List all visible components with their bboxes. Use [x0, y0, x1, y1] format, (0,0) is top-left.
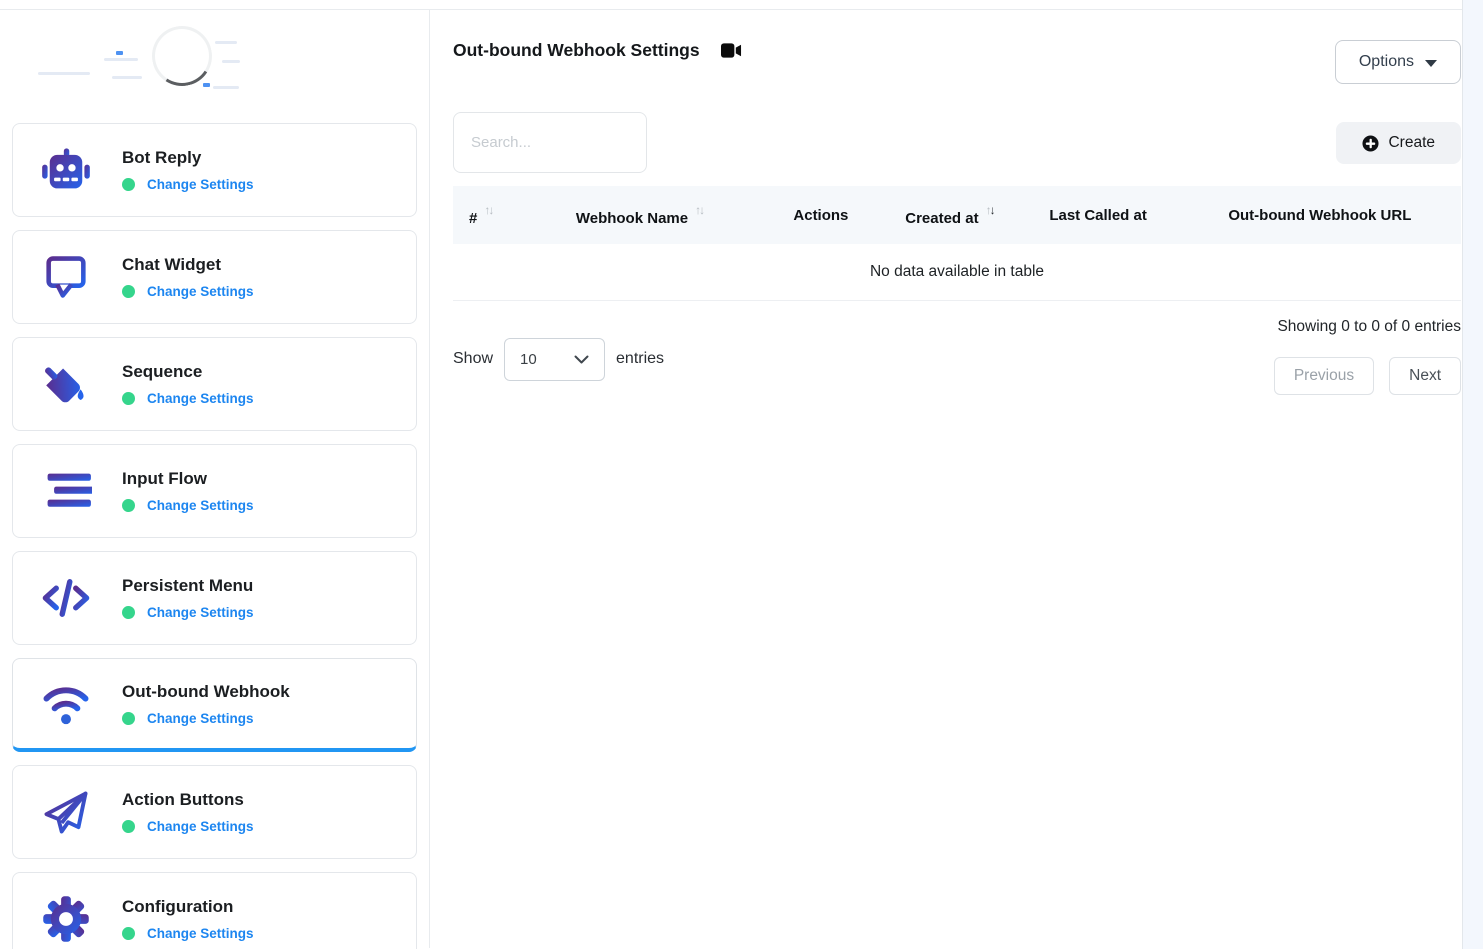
- status-dot: [122, 927, 135, 940]
- paint-bucket-icon: [39, 357, 93, 411]
- change-settings-link[interactable]: Change Settings: [147, 284, 254, 299]
- column-header-last-called-at[interactable]: Last Called at: [1017, 186, 1178, 244]
- gear-icon: [39, 892, 93, 946]
- column-label: Out-bound Webhook URL: [1228, 207, 1411, 224]
- previous-page-button[interactable]: Previous: [1274, 357, 1374, 395]
- logo-fragment: [203, 83, 210, 87]
- sidebar: Bot Reply Change Settings: [0, 10, 430, 948]
- webhooks-table: #↑↓ Webhook Name↑↓ Actions Created at↑↓ …: [453, 186, 1461, 301]
- change-settings-link[interactable]: Change Settings: [147, 391, 254, 406]
- empty-table-row: No data available in table: [453, 244, 1461, 300]
- chevron-down-icon: [574, 355, 589, 364]
- status-dot: [122, 285, 135, 298]
- sidebar-item-label: Sequence: [122, 362, 254, 382]
- page-scrollbar[interactable]: [1462, 0, 1483, 949]
- sidebar-card-list: Bot Reply Change Settings: [0, 112, 429, 949]
- sidebar-item-out-bound-webhook[interactable]: Out-bound Webhook Change Settings: [12, 658, 417, 752]
- logo-fragment: [38, 72, 90, 75]
- logo-fragment: [213, 86, 239, 89]
- logo-fragment: [104, 58, 138, 61]
- wifi-icon: [39, 677, 93, 731]
- logo-circle-mark: [146, 20, 217, 91]
- show-label: Show: [453, 350, 493, 368]
- column-label: Last Called at: [1049, 207, 1147, 224]
- column-label: Webhook Name: [576, 210, 688, 227]
- column-label: Created at: [905, 210, 978, 227]
- paper-plane-icon: [39, 785, 93, 839]
- options-button[interactable]: Options: [1335, 40, 1461, 84]
- sort-icon: ↑↓: [695, 203, 703, 217]
- sidebar-item-label: Configuration: [122, 897, 254, 917]
- sidebar-item-label: Input Flow: [122, 469, 254, 489]
- page-size-control: Show 10 entries: [453, 314, 664, 395]
- plus-circle-icon: [1362, 135, 1379, 152]
- status-dot: [122, 820, 135, 833]
- sidebar-item-label: Chat Widget: [122, 255, 254, 275]
- status-dot: [122, 178, 135, 191]
- status-dot: [122, 499, 135, 512]
- page-title: Out-bound Webhook Settings: [453, 40, 700, 61]
- bars-icon: [39, 464, 93, 518]
- entries-label: entries: [616, 350, 664, 368]
- sidebar-item-bot-reply[interactable]: Bot Reply Change Settings: [12, 123, 417, 217]
- logo-fragment: [215, 41, 237, 44]
- status-dot: [122, 606, 135, 619]
- logo-fragment: [116, 51, 123, 55]
- sidebar-item-sequence[interactable]: Sequence Change Settings: [12, 337, 417, 431]
- change-settings-link[interactable]: Change Settings: [147, 605, 254, 620]
- options-button-label: Options: [1359, 53, 1414, 71]
- status-dot: [122, 392, 135, 405]
- column-header-webhook-name[interactable]: Webhook Name ↑↓: [519, 186, 761, 244]
- next-page-button[interactable]: Next: [1389, 357, 1461, 395]
- create-button-label: Create: [1388, 134, 1435, 152]
- sidebar-item-persistent-menu[interactable]: Persistent Menu Change Settings: [12, 551, 417, 645]
- code-icon: [39, 571, 93, 625]
- logo-fragment: [222, 60, 240, 63]
- sidebar-item-label: Out-bound Webhook: [122, 682, 290, 702]
- table-header-row: #↑↓ Webhook Name↑↓ Actions Created at↑↓ …: [453, 186, 1461, 244]
- sidebar-item-configuration[interactable]: Configuration Change Settings: [12, 872, 417, 949]
- empty-table-message: No data available in table: [453, 244, 1461, 300]
- change-settings-link[interactable]: Change Settings: [147, 711, 254, 726]
- sidebar-item-chat-widget[interactable]: Chat Widget Change Settings: [12, 230, 417, 324]
- page-size-value: 10: [520, 351, 537, 368]
- column-header-created-at[interactable]: Created at ↑↓: [881, 186, 1017, 244]
- brand-logo: [0, 10, 429, 112]
- sidebar-item-label: Persistent Menu: [122, 576, 254, 596]
- change-settings-link[interactable]: Change Settings: [147, 926, 254, 941]
- main-content: Out-bound Webhook Settings Options: [430, 10, 1483, 948]
- logo-fragment: [112, 76, 142, 79]
- change-settings-link[interactable]: Change Settings: [147, 177, 254, 192]
- sort-icon-descending: ↑↓: [986, 203, 994, 217]
- column-header-index[interactable]: # ↑↓: [453, 186, 519, 244]
- sort-icon: ↑↓: [484, 203, 492, 217]
- column-label: Actions: [793, 207, 848, 224]
- chat-bubble-icon: [39, 250, 93, 304]
- column-label: #: [469, 210, 477, 227]
- change-settings-link[interactable]: Change Settings: [147, 819, 254, 834]
- change-settings-link[interactable]: Change Settings: [147, 498, 254, 513]
- sidebar-item-label: Action Buttons: [122, 790, 254, 810]
- column-header-webhook-url[interactable]: Out-bound Webhook URL: [1179, 186, 1461, 244]
- robot-icon: [39, 143, 93, 197]
- sidebar-item-input-flow[interactable]: Input Flow Change Settings: [12, 444, 417, 538]
- entries-summary: Showing 0 to 0 of 0 entries: [1277, 314, 1461, 336]
- app-root: Bot Reply Change Settings: [0, 10, 1483, 948]
- status-dot: [122, 712, 135, 725]
- pagination-controls: Previous Next: [1274, 357, 1461, 395]
- video-camera-icon[interactable]: [721, 43, 742, 58]
- search-input[interactable]: [453, 112, 647, 173]
- column-header-actions[interactable]: Actions: [760, 186, 881, 244]
- page-top-border: [0, 0, 1483, 10]
- page-size-select[interactable]: 10: [504, 338, 605, 381]
- sidebar-item-label: Bot Reply: [122, 148, 254, 168]
- caret-down-icon: [1425, 60, 1437, 67]
- sidebar-item-action-buttons[interactable]: Action Buttons Change Settings: [12, 765, 417, 859]
- create-button[interactable]: Create: [1336, 122, 1461, 164]
